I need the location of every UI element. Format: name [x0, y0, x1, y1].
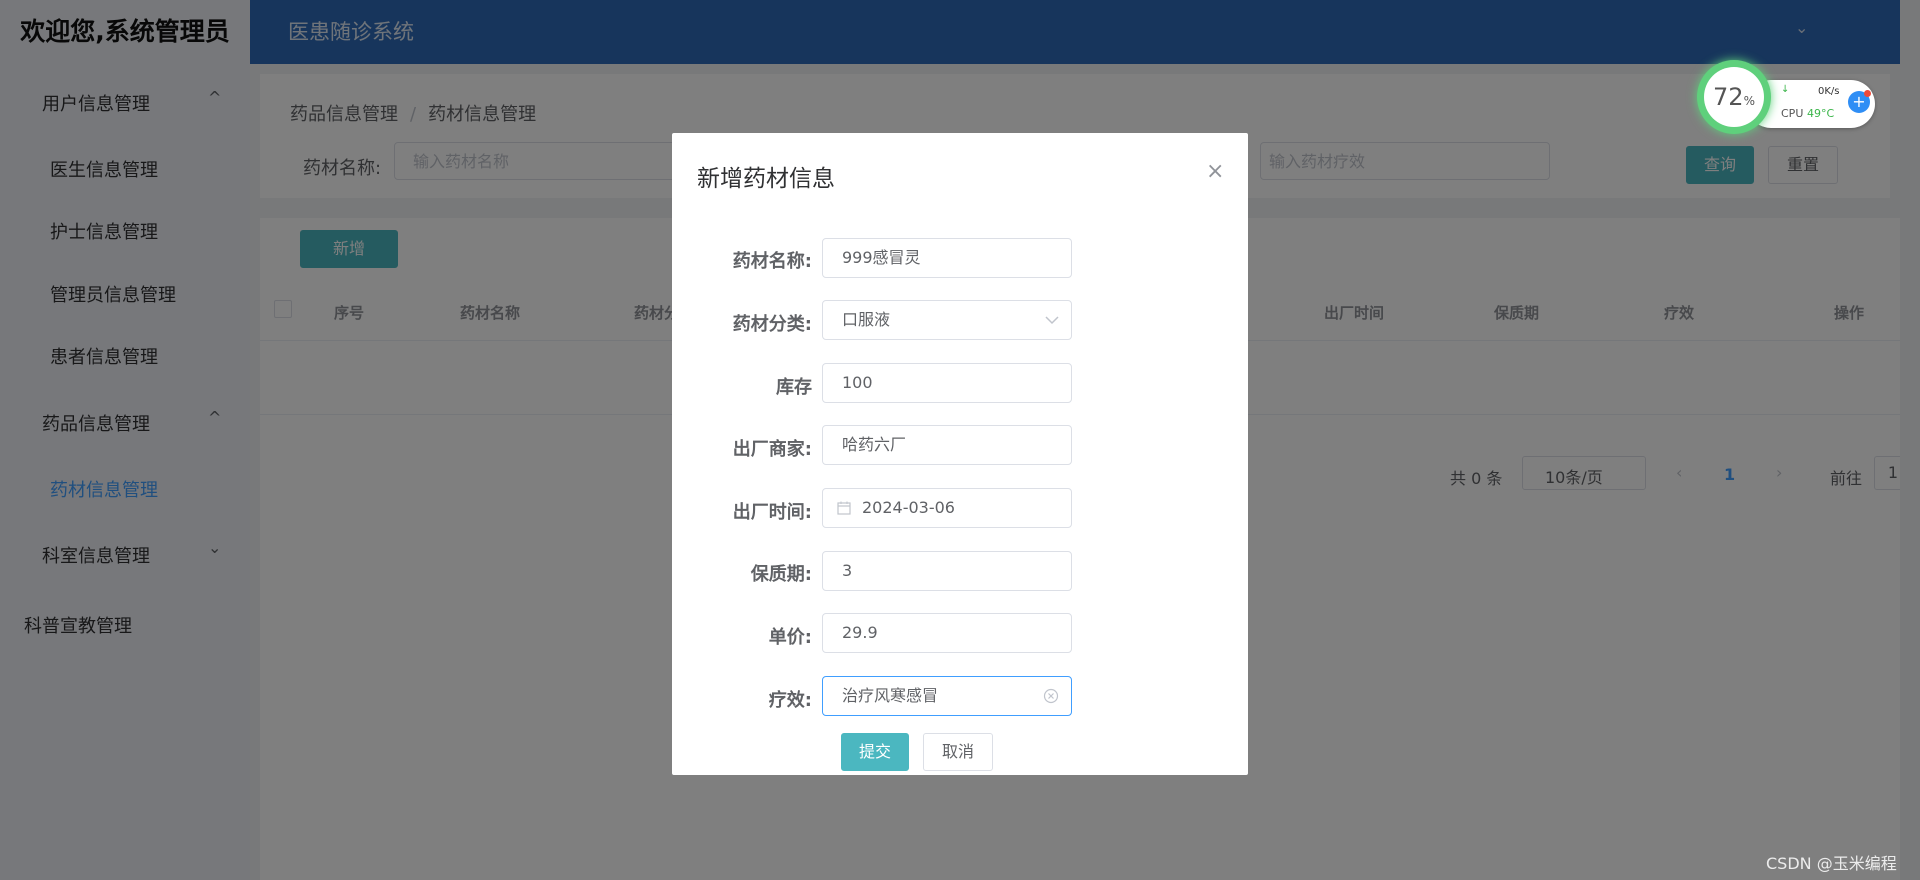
herb-manufacturer-input[interactable]: 哈药六厂	[822, 425, 1072, 465]
herb-effect-input[interactable]: 治疗风寒感冒	[822, 676, 1072, 716]
field-label-date: 出厂时间:	[732, 502, 812, 523]
herb-price-input[interactable]: 29.9	[822, 613, 1072, 653]
field-label-name: 药材名称:	[732, 251, 812, 272]
field-label-effect: 疗效:	[768, 690, 812, 711]
herb-name-input[interactable]: 999感冒灵	[822, 238, 1072, 278]
dialog-title: 新增药材信息	[697, 166, 835, 192]
usage-percent: 72	[1713, 83, 1744, 111]
herb-shelf-life-input[interactable]: 3	[822, 551, 1072, 591]
add-herb-dialog: 新增药材信息 × 药材名称: 999感冒灵 药材分类: 口服液 库存 100 出…	[672, 133, 1248, 775]
herb-category-value: 口服液	[842, 310, 891, 329]
clear-icon[interactable]	[1043, 688, 1059, 704]
herb-date-value: 2024-03-06	[862, 498, 955, 517]
watermark: CSDN @玉米编程	[1766, 854, 1897, 873]
system-monitor-widget[interactable]: 72% ↓ 0K/s CPU 49°C +	[1697, 60, 1877, 140]
herb-stock-input[interactable]: 100	[822, 363, 1072, 403]
herb-date-picker[interactable]: 2024-03-06	[822, 488, 1072, 528]
cancel-button[interactable]: 取消	[923, 733, 993, 771]
usage-percent-unit: %	[1743, 94, 1755, 108]
field-label-manufacturer: 出厂商家:	[732, 439, 812, 460]
download-arrow-icon: ↓	[1781, 84, 1790, 95]
usage-dial: 72%	[1704, 67, 1764, 127]
herb-category-select[interactable]: 口服液	[822, 300, 1072, 340]
calendar-icon	[837, 501, 851, 515]
submit-button[interactable]: 提交	[841, 733, 909, 771]
field-label-shelf-life: 保质期:	[750, 564, 812, 585]
field-label-price: 单价:	[768, 627, 812, 648]
chevron-down-icon	[1045, 316, 1059, 325]
field-label-stock: 库存	[776, 377, 812, 398]
cpu-label: CPU	[1781, 107, 1804, 120]
field-label-category: 药材分类:	[732, 314, 812, 335]
close-icon[interactable]: ×	[1206, 159, 1224, 184]
network-speed: 0K/s	[1818, 86, 1840, 97]
herb-effect-value: 治疗风寒感冒	[842, 686, 939, 705]
notification-dot	[1864, 90, 1871, 97]
cpu-temp: 49°C	[1807, 107, 1835, 120]
